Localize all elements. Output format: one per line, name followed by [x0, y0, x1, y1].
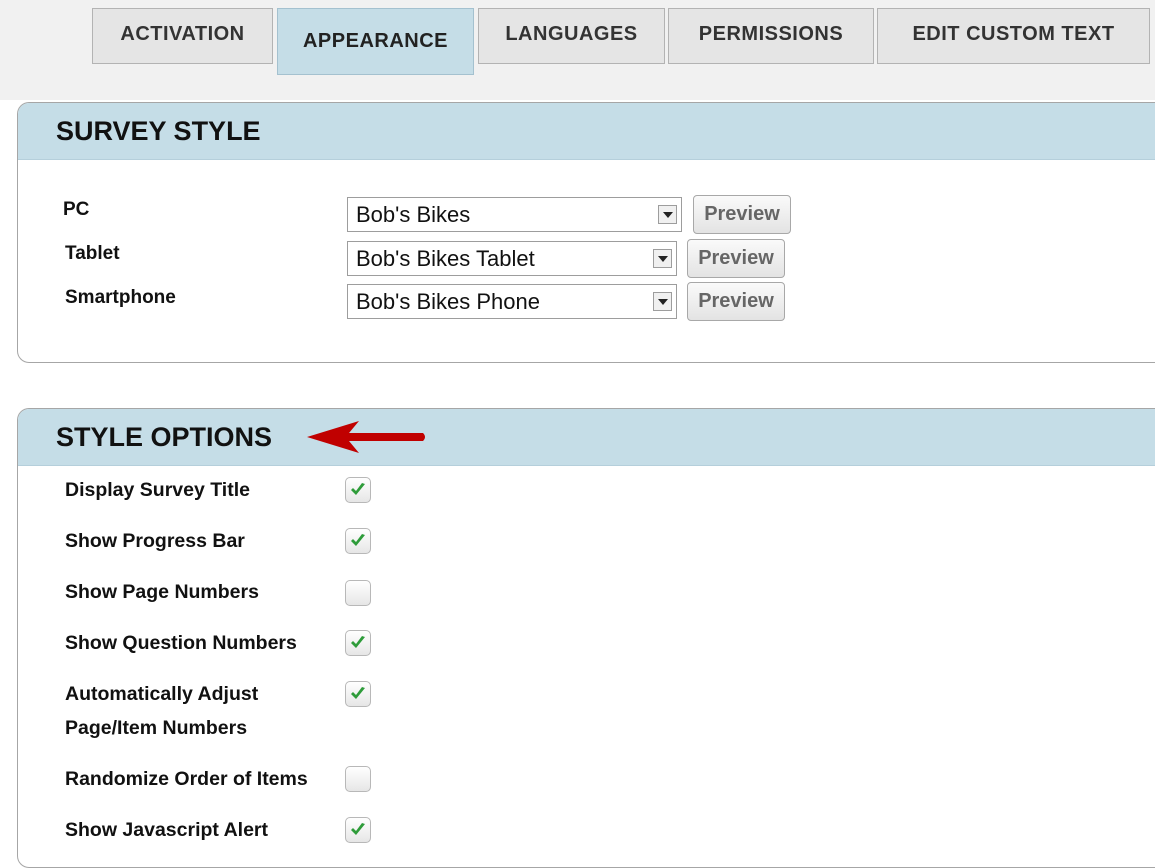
option-label-auto-adjust-line2: Page/Item Numbers [65, 717, 248, 739]
checkmark-icon [351, 534, 365, 546]
option-label-auto-adjust: Automatically Adjust [65, 683, 259, 705]
checkmark-icon [351, 687, 365, 699]
tab-permissions[interactable]: PERMISSIONS [668, 8, 874, 64]
checkbox-auto-adjust-numbers[interactable] [345, 681, 371, 707]
pc-label: PC [63, 199, 90, 220]
tab-appearance[interactable]: APPEARANCE [277, 8, 474, 75]
tab-edit-custom-text-label: EDIT CUSTOM TEXT [912, 23, 1115, 45]
checkmark-icon [351, 483, 365, 495]
smartphone-style-select[interactable]: Bob's Bikes Phone [347, 284, 677, 319]
smartphone-label: Smartphone [65, 287, 176, 308]
red-arrow-annotation [307, 421, 425, 453]
checkbox-display-survey-title[interactable] [345, 477, 371, 503]
tablet-preview-button[interactable]: Preview [687, 239, 785, 278]
checkbox-show-js-alert[interactable] [345, 817, 371, 843]
tab-languages-label: LANGUAGES [505, 23, 638, 45]
tab-appearance-label: APPEARANCE [302, 30, 449, 52]
smartphone-preview-button[interactable]: Preview [687, 282, 785, 321]
style-options-title: STYLE OPTIONS [56, 421, 273, 452]
chevron-down-icon[interactable] [658, 205, 677, 224]
checkbox-show-page-numbers[interactable] [345, 580, 371, 606]
checkbox-show-progress-bar[interactable] [345, 528, 371, 554]
survey-style-panel: SURVEY STYLE [17, 102, 1155, 363]
option-label-show-js-alert: Show Javascript Alert [65, 819, 269, 841]
tab-languages[interactable]: LANGUAGES [478, 8, 665, 64]
option-label-randomize-order: Randomize Order of Items [65, 768, 308, 790]
tablet-style-value: Bob's Bikes Tablet [356, 246, 535, 271]
tablet-style-select[interactable]: Bob's Bikes Tablet [347, 241, 677, 276]
smartphone-preview-label: Preview [698, 290, 774, 312]
pc-style-select[interactable]: Bob's Bikes [347, 197, 682, 232]
option-label-display-survey-title: Display Survey Title [65, 479, 250, 501]
chevron-down-icon[interactable] [653, 249, 672, 268]
survey-style-title: SURVEY STYLE [56, 115, 261, 146]
tablet-preview-label: Preview [698, 247, 774, 269]
tab-bar: ACTIVATION APPEARANCE LANGUAGES PERMISSI… [0, 0, 1155, 100]
chevron-down-icon[interactable] [653, 292, 672, 311]
option-label-show-progress-bar: Show Progress Bar [65, 530, 245, 552]
checkbox-show-question-numbers[interactable] [345, 630, 371, 656]
tab-activation-label: ACTIVATION [120, 23, 245, 45]
option-label-show-page-numbers: Show Page Numbers [65, 581, 259, 603]
option-label-show-question-numbers: Show Question Numbers [65, 632, 297, 654]
tab-permissions-label: PERMISSIONS [698, 23, 844, 45]
checkmark-icon [351, 823, 365, 835]
tab-edit-custom-text[interactable]: EDIT CUSTOM TEXT [877, 8, 1150, 64]
tablet-label: Tablet [65, 243, 120, 264]
checkbox-randomize-order[interactable] [345, 766, 371, 792]
pc-preview-label: Preview [704, 203, 780, 225]
pc-style-value: Bob's Bikes [356, 202, 471, 227]
pc-preview-button[interactable]: Preview [693, 195, 791, 234]
survey-style-header: SURVEY STYLE [18, 103, 1155, 160]
smartphone-style-value: Bob's Bikes Phone [356, 289, 540, 314]
checkmark-icon [351, 636, 365, 648]
tab-activation[interactable]: ACTIVATION [92, 8, 273, 64]
style-options-header: STYLE OPTIONS [18, 409, 1155, 466]
